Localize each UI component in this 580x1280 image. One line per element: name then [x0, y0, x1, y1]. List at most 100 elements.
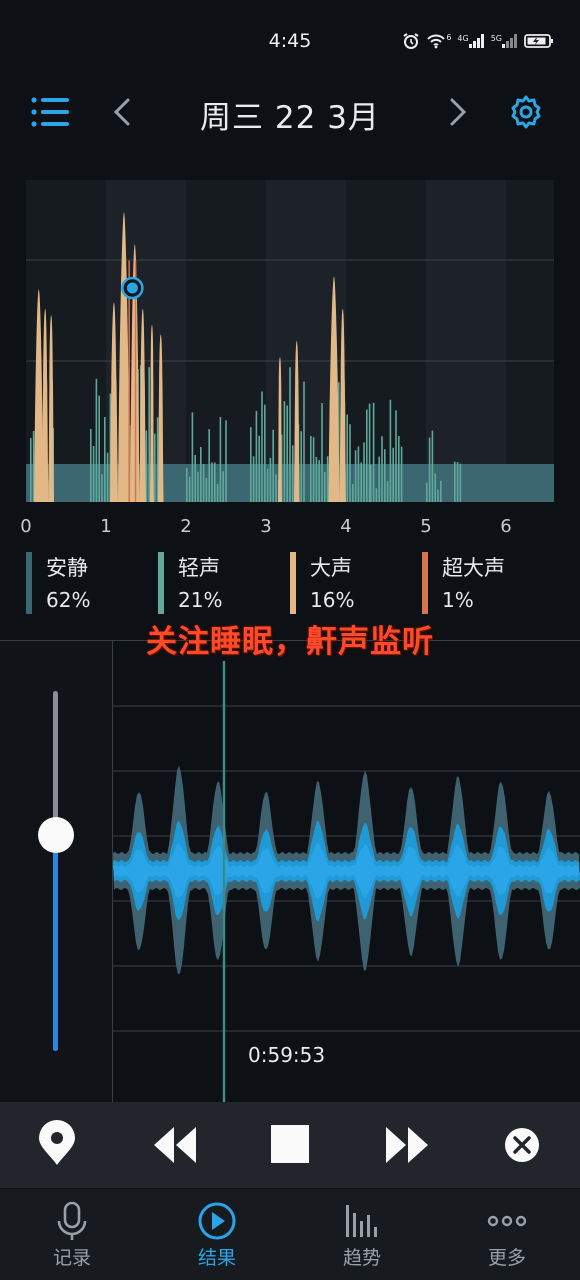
chevron-right-icon [450, 98, 467, 126]
x-tick-label: 0 [20, 516, 32, 537]
light-sound-spike [431, 430, 434, 502]
nav-tab-trends[interactable]: 趋势 [307, 1189, 417, 1280]
light-sound-spike [95, 378, 98, 502]
volume-slider-knob[interactable] [38, 817, 74, 853]
volume-slider-fill [53, 835, 58, 1051]
signal-4g-icon: 4G [457, 34, 484, 48]
net1-label: 4G [457, 34, 469, 43]
legend-label: 安静 [46, 556, 88, 580]
light-sound-spike [321, 402, 323, 502]
light-sound-spike [154, 433, 156, 502]
light-sound-spike [104, 417, 106, 502]
waveform-view[interactable] [113, 641, 580, 1103]
light-sound-spike [349, 424, 351, 502]
overlay-caption: 关注睡眠，鼾声监听 [146, 624, 434, 660]
light-sound-spike [318, 460, 320, 502]
header: 周三 22 3月 [0, 80, 580, 150]
stop-button[interactable] [266, 1120, 316, 1170]
light-sound-spike [90, 428, 92, 502]
light-sound-spike [186, 467, 188, 502]
date-title: 周三 22 3月 [200, 100, 380, 136]
light-sound-spike [92, 446, 95, 502]
light-sound-spike [428, 437, 431, 502]
playback-time: 0:59:53 [248, 1043, 326, 1067]
light-sound-spike [326, 456, 329, 502]
x-tick-label: 4 [340, 516, 352, 537]
light-sound-spike [211, 462, 213, 502]
nav-label: 结果 [197, 1247, 236, 1269]
settings-button[interactable] [506, 92, 546, 132]
light-sound-spike [269, 457, 272, 502]
light-sound-spike [312, 437, 315, 502]
light-sound-spike [456, 462, 459, 502]
menu-button[interactable] [30, 96, 70, 128]
light-sound-spike [252, 456, 255, 502]
bar-chart-icon [346, 1205, 377, 1237]
light-sound-spike [437, 489, 439, 502]
light-sound-spike [148, 367, 150, 502]
light-sound-spike [398, 436, 400, 502]
wifi-label: 6 [446, 33, 452, 42]
microphone-icon [57, 1201, 87, 1240]
location-button[interactable] [32, 1120, 82, 1170]
legend-percent: 62% [46, 588, 91, 612]
legend-percent: 16% [310, 588, 355, 612]
light-sound-spike [300, 431, 302, 502]
light-sound-spike [360, 462, 362, 502]
light-sound-spike [266, 468, 269, 502]
light-sound-spike [200, 446, 202, 502]
previous-day-button[interactable] [108, 92, 136, 132]
light-sound-spike [400, 446, 403, 502]
light-sound-spike [384, 449, 386, 502]
light-sound-spike [197, 471, 199, 502]
light-sound-spike [386, 480, 389, 502]
legend-swatch [422, 552, 428, 614]
fast-forward-button[interactable] [382, 1120, 432, 1170]
light-sound-spike [264, 404, 266, 502]
rewind-button[interactable] [150, 1120, 200, 1170]
light-sound-spike [434, 473, 436, 502]
light-sound-spike [303, 381, 305, 502]
legend-swatch [158, 552, 164, 614]
x-tick-label: 6 [500, 516, 512, 537]
sound-timeline-chart[interactable] [26, 180, 554, 502]
legend-percent: 21% [178, 588, 223, 612]
nav-tab-record[interactable]: 记录 [17, 1189, 127, 1280]
light-sound-spike [106, 452, 109, 502]
light-sound-spike [372, 402, 375, 502]
close-button[interactable] [498, 1120, 548, 1170]
legend-swatch [26, 552, 32, 614]
light-sound-spike [454, 461, 456, 502]
light-sound-spike [395, 410, 397, 502]
signal-5g-icon: 5G [491, 34, 518, 48]
x-tick-label: 2 [180, 516, 192, 537]
legend: 安静 62% 轻声 21% 大声 16% 超大声 1% [0, 548, 580, 620]
volume-panel [0, 641, 113, 1103]
light-sound-spike [208, 429, 210, 502]
light-sound-spike [363, 442, 365, 502]
legend-percent: 1% [442, 588, 474, 612]
status-bar: 4:45 6 4G 5G [0, 0, 580, 80]
net2-label: 5G [490, 34, 502, 43]
light-sound-spike [101, 474, 103, 502]
nav-label: 记录 [52, 1247, 91, 1269]
light-sound-spike [366, 409, 368, 502]
light-sound-spike [310, 435, 312, 502]
light-sound-spike [283, 401, 286, 502]
light-sound-spike [392, 447, 394, 502]
light-sound-spike [258, 435, 260, 502]
next-day-button[interactable] [444, 92, 472, 132]
legend-label: 轻声 [178, 556, 220, 580]
list-menu-icon [31, 97, 69, 127]
light-sound-spike [389, 399, 392, 502]
light-sound-spike [357, 446, 360, 502]
light-sound-spike [191, 412, 194, 502]
light-sound-spike [222, 471, 224, 502]
wifi-icon: 6 [426, 33, 451, 49]
light-sound-spike [255, 410, 258, 502]
light-sound-spike [354, 450, 357, 502]
nav-tab-results[interactable]: 结果 [162, 1189, 272, 1280]
hour-band [506, 180, 554, 502]
nav-tab-more[interactable]: 更多 [452, 1189, 562, 1280]
x-axis-ticks: 0 1 2 3 4 5 6 [20, 516, 554, 540]
